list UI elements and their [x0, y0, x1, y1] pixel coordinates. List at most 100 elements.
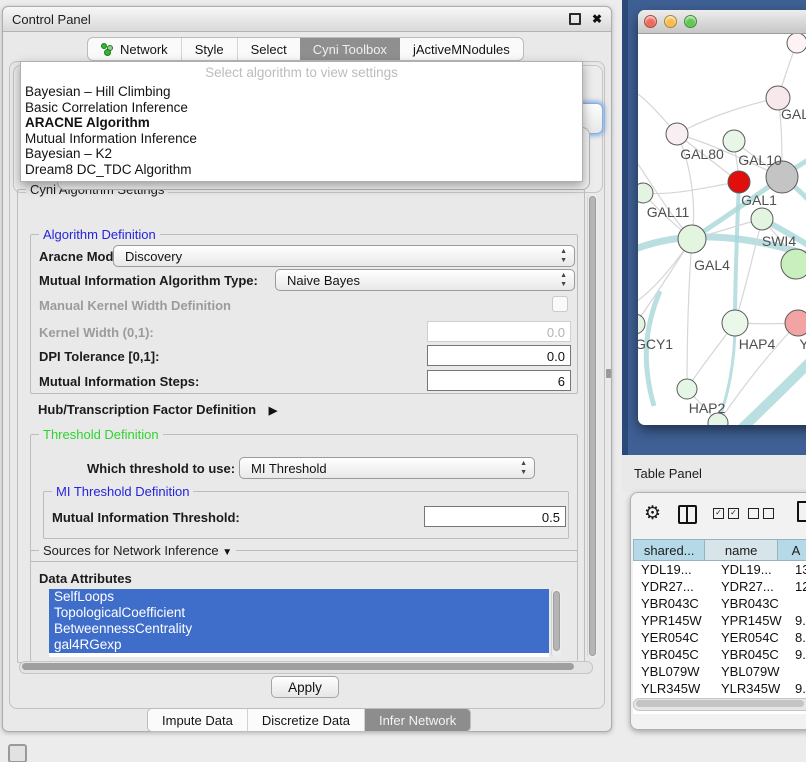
- attribute-item-topologicalcoefficient[interactable]: TopologicalCoefficient: [49, 605, 549, 621]
- panel-divider-handle[interactable]: [606, 369, 611, 378]
- bottom-tabbar: Impute DataDiscretize DataInfer Network: [147, 708, 471, 732]
- attribute-item-selfloops[interactable]: SelfLoops: [49, 589, 549, 605]
- table-panel-bar: Table Panel: [622, 455, 806, 492]
- algorithm-option-bayesian-hill-climbing[interactable]: Bayesian – Hill Climbing: [21, 84, 582, 100]
- bottom-tab-impute-data[interactable]: Impute Data: [148, 709, 247, 731]
- network-edge: [677, 98, 778, 134]
- attribute-item-betweennesscentrality[interactable]: BetweennessCentrality: [49, 621, 549, 637]
- network-window-titlebar[interactable]: [638, 10, 806, 34]
- mi-threshold-input[interactable]: 0.5: [424, 506, 566, 527]
- control-panel-titlebar[interactable]: Control Panel ✖: [3, 7, 611, 32]
- column-header-shared[interactable]: shared...: [633, 539, 705, 561]
- close-traffic-light-icon[interactable]: [644, 15, 657, 28]
- table-header-row: shared...nameA: [633, 539, 806, 561]
- node-label-hap2: HAP2: [689, 400, 726, 416]
- table-row[interactable]: YBR045CYBR045C9.: [633, 646, 806, 663]
- network-node[interactable]: [666, 123, 688, 145]
- settings-scrollbar[interactable]: [587, 194, 597, 658]
- network-node[interactable]: [785, 310, 806, 336]
- stepper-arrows-icon: ▲▼: [520, 459, 527, 477]
- table-row[interactable]: YPR145WYPR145W9.: [633, 612, 806, 629]
- minimized-panel-icon[interactable]: [8, 744, 27, 762]
- gear-icon[interactable]: ⚙: [644, 502, 661, 525]
- table-row[interactable]: YBR043CYBR043C: [633, 595, 806, 612]
- manual-kernel-checkbox[interactable]: [552, 296, 568, 312]
- algorithm-option-mutual-information-inference[interactable]: Mutual Information Inference: [21, 131, 582, 147]
- sources-group-title[interactable]: Sources for Network Inference ▼: [39, 543, 236, 558]
- network-node[interactable]: [677, 379, 697, 399]
- table-doc-icon[interactable]: [797, 501, 806, 522]
- network-canvas[interactable]: GALGAL80GAL10GAL1GAL11GAL4SWI4GCY1HAP4YH…: [638, 34, 806, 425]
- table-cell: YER054C: [713, 629, 791, 646]
- close-icon[interactable]: ✖: [592, 13, 602, 25]
- kernel-width-input[interactable]: 0.0: [427, 321, 571, 342]
- which-threshold-select[interactable]: MI Threshold ▲▼: [239, 457, 535, 479]
- network-node[interactable]: [722, 310, 748, 336]
- table-cell: 9.: [791, 646, 806, 663]
- table-row[interactable]: YER054CYER054C8.: [633, 629, 806, 646]
- expand-right-icon: ▶: [269, 405, 277, 417]
- which-threshold-label: Which threshold to use:: [87, 461, 235, 476]
- table-cell: YBR045C: [633, 646, 713, 663]
- algorithm-option-basic-correlation-inference[interactable]: Basic Correlation Inference: [21, 100, 582, 116]
- tab-network[interactable]: Network: [88, 38, 181, 60]
- dpi-tolerance-label: DPI Tolerance [0,1]:: [39, 349, 159, 364]
- table-cell: YPR145W: [633, 612, 713, 629]
- table-row[interactable]: YDL19...YDL19...13: [633, 561, 806, 578]
- network-node[interactable]: [787, 34, 806, 53]
- mi-threshold-group: MI Threshold Definition Mutual Informati…: [43, 491, 569, 539]
- network-node[interactable]: [678, 225, 706, 253]
- bottom-tab-discretize-data[interactable]: Discretize Data: [247, 709, 364, 731]
- aracne-mode-select[interactable]: Discovery ▲▼: [113, 245, 575, 267]
- network-node[interactable]: [723, 130, 745, 152]
- table-row[interactable]: YBL079WYBL079W: [633, 663, 806, 680]
- network-node[interactable]: [781, 249, 806, 279]
- minimize-traffic-light-icon[interactable]: [664, 15, 677, 28]
- table-row[interactable]: YDR27...YDR27...12: [633, 578, 806, 595]
- sources-title-text: Sources for Network Inference: [43, 543, 219, 558]
- algorithm-option-bayesian-k2[interactable]: Bayesian – K2: [21, 146, 582, 162]
- tab-style[interactable]: Style: [181, 38, 237, 60]
- table-hscrollbar[interactable]: [633, 698, 806, 711]
- tab-select[interactable]: Select: [237, 38, 300, 60]
- settings-hscrollbar[interactable]: [19, 661, 593, 674]
- checked-box-icon[interactable]: ✓: [713, 508, 724, 519]
- table-row[interactable]: YLR345WYLR345W9.: [633, 680, 806, 697]
- network-node[interactable]: [728, 171, 750, 193]
- mi-threshold-label: Mutual Information Threshold:: [52, 510, 240, 525]
- mi-algorithm-type-select[interactable]: Naive Bayes ▲▼: [275, 269, 575, 291]
- network-view-window[interactable]: GALGAL80GAL10GAL1GAL11GAL4SWI4GCY1HAP4YH…: [638, 10, 806, 425]
- mi-steps-input[interactable]: 6: [427, 370, 571, 391]
- attribute-item-gal4rgexp[interactable]: gal4RGexp: [49, 637, 549, 653]
- network-node[interactable]: [638, 183, 653, 203]
- tab-jactivemnodules[interactable]: jActiveMNodules: [400, 38, 523, 60]
- dpi-tolerance-input[interactable]: 0.0: [427, 345, 571, 366]
- attributes-scrollbar[interactable]: [551, 589, 561, 657]
- hub-factor-section-toggle[interactable]: Hub/Transcription Factor Definition ▶: [38, 402, 277, 417]
- data-attributes-list[interactable]: SelfLoopsTopologicalCoefficientBetweenne…: [49, 589, 549, 657]
- algorithm-definition-title: Algorithm Definition: [39, 227, 160, 242]
- column-header-name[interactable]: name: [705, 539, 777, 561]
- checked-box-icon[interactable]: ✓: [728, 508, 739, 519]
- node-label-gal80: GAL80: [680, 146, 724, 162]
- unchecked-box-icon[interactable]: [763, 508, 774, 519]
- mi-algorithm-type-label: Mutual Information Algorithm Type:: [39, 273, 258, 288]
- apply-button[interactable]: Apply: [271, 676, 339, 698]
- column-header-a[interactable]: A: [778, 539, 806, 561]
- mi-threshold-group-title: MI Threshold Definition: [52, 484, 193, 499]
- split-columns-icon[interactable]: [678, 505, 697, 524]
- table-panel-title: Table Panel: [622, 455, 806, 481]
- bottom-tab-infer-network[interactable]: Infer Network: [364, 709, 470, 731]
- table-cell: [791, 663, 806, 680]
- table-cell: YBR043C: [713, 595, 791, 612]
- algorithm-option-aracne-algorithm[interactable]: ARACNE Algorithm: [21, 115, 582, 131]
- unchecked-box-icon[interactable]: [748, 508, 759, 519]
- network-node[interactable]: [751, 208, 773, 230]
- zoom-traffic-light-icon[interactable]: [684, 15, 697, 28]
- float-window-icon[interactable]: [569, 13, 581, 25]
- mi-algorithm-type-value: Naive Bayes: [287, 273, 360, 288]
- tab-cyni-toolbox[interactable]: Cyni Toolbox: [300, 38, 400, 60]
- algorithm-option-dream8-dc-tdc-algorithm[interactable]: Dream8 DC_TDC Algorithm: [21, 162, 582, 178]
- node-label-hap4: HAP4: [739, 336, 776, 352]
- network-node[interactable]: [638, 314, 645, 334]
